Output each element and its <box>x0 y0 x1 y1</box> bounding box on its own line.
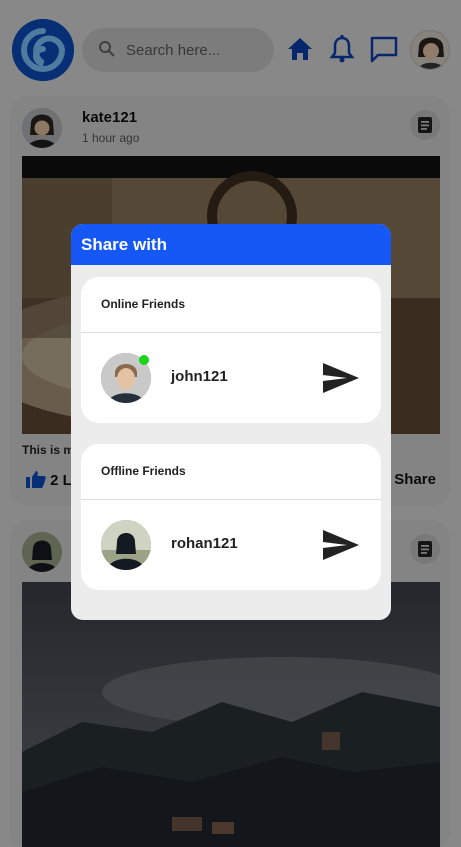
online-friends-heading: Online Friends <box>101 297 186 311</box>
offline-friends-heading: Offline Friends <box>101 464 186 478</box>
send-icon[interactable] <box>321 528 361 562</box>
divider <box>81 332 381 333</box>
share-modal: Share with Online Friends john121 Offlin… <box>71 224 391 620</box>
online-status-dot <box>139 355 149 365</box>
friend-name: rohan121 <box>171 535 238 552</box>
online-friends-card: Online Friends john121 <box>81 277 381 423</box>
modal-title: Share with <box>71 224 391 265</box>
send-icon[interactable] <box>321 361 361 395</box>
friend-avatar <box>101 520 151 570</box>
offline-friends-card: Offline Friends rohan121 <box>81 444 381 590</box>
divider <box>81 499 381 500</box>
friend-name: john121 <box>171 368 228 385</box>
